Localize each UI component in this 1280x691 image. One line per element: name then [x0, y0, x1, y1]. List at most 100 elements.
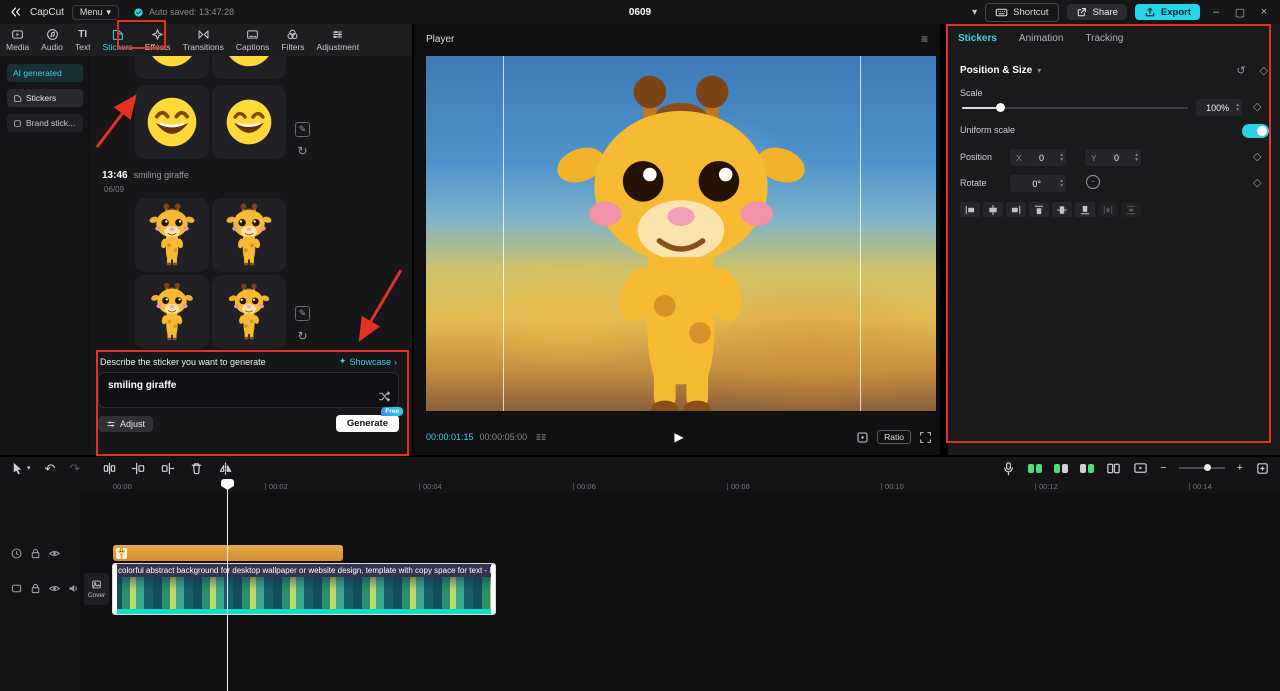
- ratio-button[interactable]: Ratio: [877, 430, 911, 444]
- scale-slider[interactable]: [962, 103, 1188, 113]
- align-center-horizontal-button[interactable]: [983, 202, 1003, 217]
- uniform-scale-toggle[interactable]: [1242, 124, 1269, 138]
- stepper-down-icon[interactable]: ▾: [1236, 107, 1239, 113]
- regenerate-icon[interactable]: ↻: [295, 328, 310, 343]
- sticker-result-giraffe[interactable]: [135, 275, 209, 349]
- video-viewport[interactable]: [426, 56, 936, 411]
- position-x-box[interactable]: X 0 ▴ ▾: [1010, 149, 1066, 166]
- position-y-box[interactable]: Y 0 ▴ ▾: [1085, 149, 1141, 166]
- clip-trim-handle-right[interactable]: [491, 564, 495, 614]
- distribute-horizontal-button[interactable]: [1098, 202, 1118, 217]
- delete-right-icon[interactable]: [160, 461, 175, 476]
- reset-icon[interactable]: ↺: [1236, 64, 1245, 77]
- inspector-tab-tracking[interactable]: Tracking: [1085, 33, 1123, 44]
- sidebar-item-ai-generated[interactable]: AI generated: [7, 64, 83, 82]
- sticker-result-emoji[interactable]: [212, 56, 286, 79]
- keyframe-diamond-icon[interactable]: ◇: [1253, 100, 1261, 113]
- cover-button[interactable]: Cover: [84, 573, 109, 605]
- preview-axis-icon[interactable]: [1133, 461, 1148, 476]
- tab-audio[interactable]: Audio: [35, 24, 69, 56]
- inspector-tab-stickers[interactable]: Stickers: [958, 33, 997, 44]
- display-mode-button[interactable]: ▾: [969, 7, 977, 18]
- tab-filters[interactable]: Filters: [275, 24, 310, 56]
- timeline-zoom-slider[interactable]: [1178, 464, 1225, 472]
- caret-down-icon[interactable]: ▾: [27, 464, 31, 472]
- rotate-dial-icon[interactable]: −: [1086, 175, 1100, 189]
- adjust-button[interactable]: Adjust: [98, 415, 154, 432]
- snap-preview-icon[interactable]: [856, 431, 869, 444]
- zoom-in-icon[interactable]: +: [1237, 462, 1243, 474]
- inspector-tab-animation[interactable]: Animation: [1019, 33, 1063, 44]
- clock-icon[interactable]: [10, 547, 23, 560]
- redo-icon[interactable]: ↷: [69, 462, 80, 475]
- split-icon[interactable]: [102, 461, 117, 476]
- select-cursor-icon[interactable]: [10, 461, 25, 476]
- showcase-link[interactable]: ✦ Showcase ›: [339, 356, 397, 367]
- align-bottom-button[interactable]: [1075, 202, 1095, 217]
- zoom-out-icon[interactable]: −: [1160, 462, 1166, 474]
- edit-prompt-icon[interactable]: ✎: [295, 122, 310, 137]
- sticker-result-giraffe[interactable]: [135, 198, 209, 272]
- section-caret-icon[interactable]: ▾: [1037, 66, 1041, 75]
- maximize-button[interactable]: ▢: [1232, 6, 1248, 19]
- menu-button[interactable]: Menu ▾: [71, 4, 119, 20]
- track-view-toggle-1[interactable]: [1028, 463, 1043, 473]
- align-right-button[interactable]: [1006, 202, 1026, 217]
- mute-icon[interactable]: [67, 582, 80, 595]
- tab-stickers[interactable]: Stickers: [97, 24, 139, 56]
- sticker-result-emoji[interactable]: [212, 85, 286, 159]
- rotate-value-box[interactable]: 0° ▴ ▾: [1010, 175, 1066, 192]
- shuffle-icon[interactable]: [378, 390, 391, 403]
- undo-icon[interactable]: ↶: [45, 462, 56, 475]
- sticker-result-giraffe[interactable]: [212, 198, 286, 272]
- tab-adjustment[interactable]: Adjustment: [311, 24, 366, 56]
- track-view-toggle-3[interactable]: [1080, 463, 1095, 473]
- timeline-ruler[interactable]: 00:00 00:02 00:04 00:06 00:08 00:10 00:1…: [0, 479, 1280, 493]
- prompt-input[interactable]: smiling giraffe: [98, 372, 399, 408]
- video-clip[interactable]: colorful abstract background for desktop…: [112, 563, 496, 615]
- align-middle-vertical-button[interactable]: [1052, 202, 1072, 217]
- minimize-button[interactable]: –: [1208, 6, 1224, 18]
- eye-icon[interactable]: [48, 547, 61, 560]
- shortcut-button[interactable]: Shortcut: [985, 2, 1059, 22]
- align-left-button[interactable]: [960, 202, 980, 217]
- distribute-vertical-button[interactable]: [1121, 202, 1141, 217]
- mirror-icon[interactable]: [218, 461, 233, 476]
- tab-transitions[interactable]: Transitions: [177, 24, 230, 56]
- clip-trim-handle-left[interactable]: [113, 564, 117, 614]
- frame-list-icon[interactable]: [535, 431, 547, 443]
- tab-effects[interactable]: Effects: [139, 24, 177, 56]
- keyframe-diamond-icon[interactable]: ◇: [1260, 64, 1268, 77]
- track-type-icon[interactable]: [10, 582, 23, 595]
- split-view-icon[interactable]: [1106, 461, 1121, 476]
- close-button[interactable]: ×: [1256, 6, 1272, 18]
- scale-value-box[interactable]: 100% ▴ ▾: [1196, 99, 1242, 116]
- share-button[interactable]: Share: [1066, 4, 1127, 20]
- export-button[interactable]: Export: [1134, 4, 1200, 20]
- tab-captions[interactable]: Captions: [230, 24, 276, 56]
- tab-media[interactable]: Media: [0, 24, 35, 56]
- track-view-toggle-2[interactable]: [1054, 463, 1069, 473]
- giraffe-preview[interactable]: [545, 73, 817, 411]
- sidebar-item-stickers[interactable]: Stickers: [7, 89, 83, 107]
- align-top-button[interactable]: [1029, 202, 1049, 217]
- scale-slider-knob[interactable]: [996, 103, 1005, 112]
- sidebar-item-brand-stickers[interactable]: Brand stick...: [7, 114, 83, 132]
- fullscreen-icon[interactable]: [919, 431, 932, 444]
- edit-prompt-icon[interactable]: ✎: [295, 306, 310, 321]
- tab-text[interactable]: TI Text: [69, 24, 97, 56]
- fit-timeline-icon[interactable]: [1255, 461, 1270, 476]
- player-menu-icon[interactable]: ≡: [921, 32, 928, 46]
- sticker-result-emoji[interactable]: [135, 56, 209, 79]
- sticker-result-emoji[interactable]: [135, 85, 209, 159]
- playhead[interactable]: [221, 479, 234, 691]
- lock-icon[interactable]: [29, 547, 42, 560]
- record-voiceover-icon[interactable]: [1001, 461, 1016, 476]
- keyframe-diamond-icon[interactable]: ◇: [1253, 176, 1261, 189]
- sticker-clip[interactable]: [113, 545, 343, 561]
- delete-left-icon[interactable]: [131, 461, 146, 476]
- keyframe-diamond-icon[interactable]: ◇: [1253, 150, 1261, 163]
- delete-icon[interactable]: [189, 461, 204, 476]
- regenerate-icon[interactable]: ↻: [295, 143, 310, 158]
- generate-button[interactable]: Generate Free: [335, 407, 403, 432]
